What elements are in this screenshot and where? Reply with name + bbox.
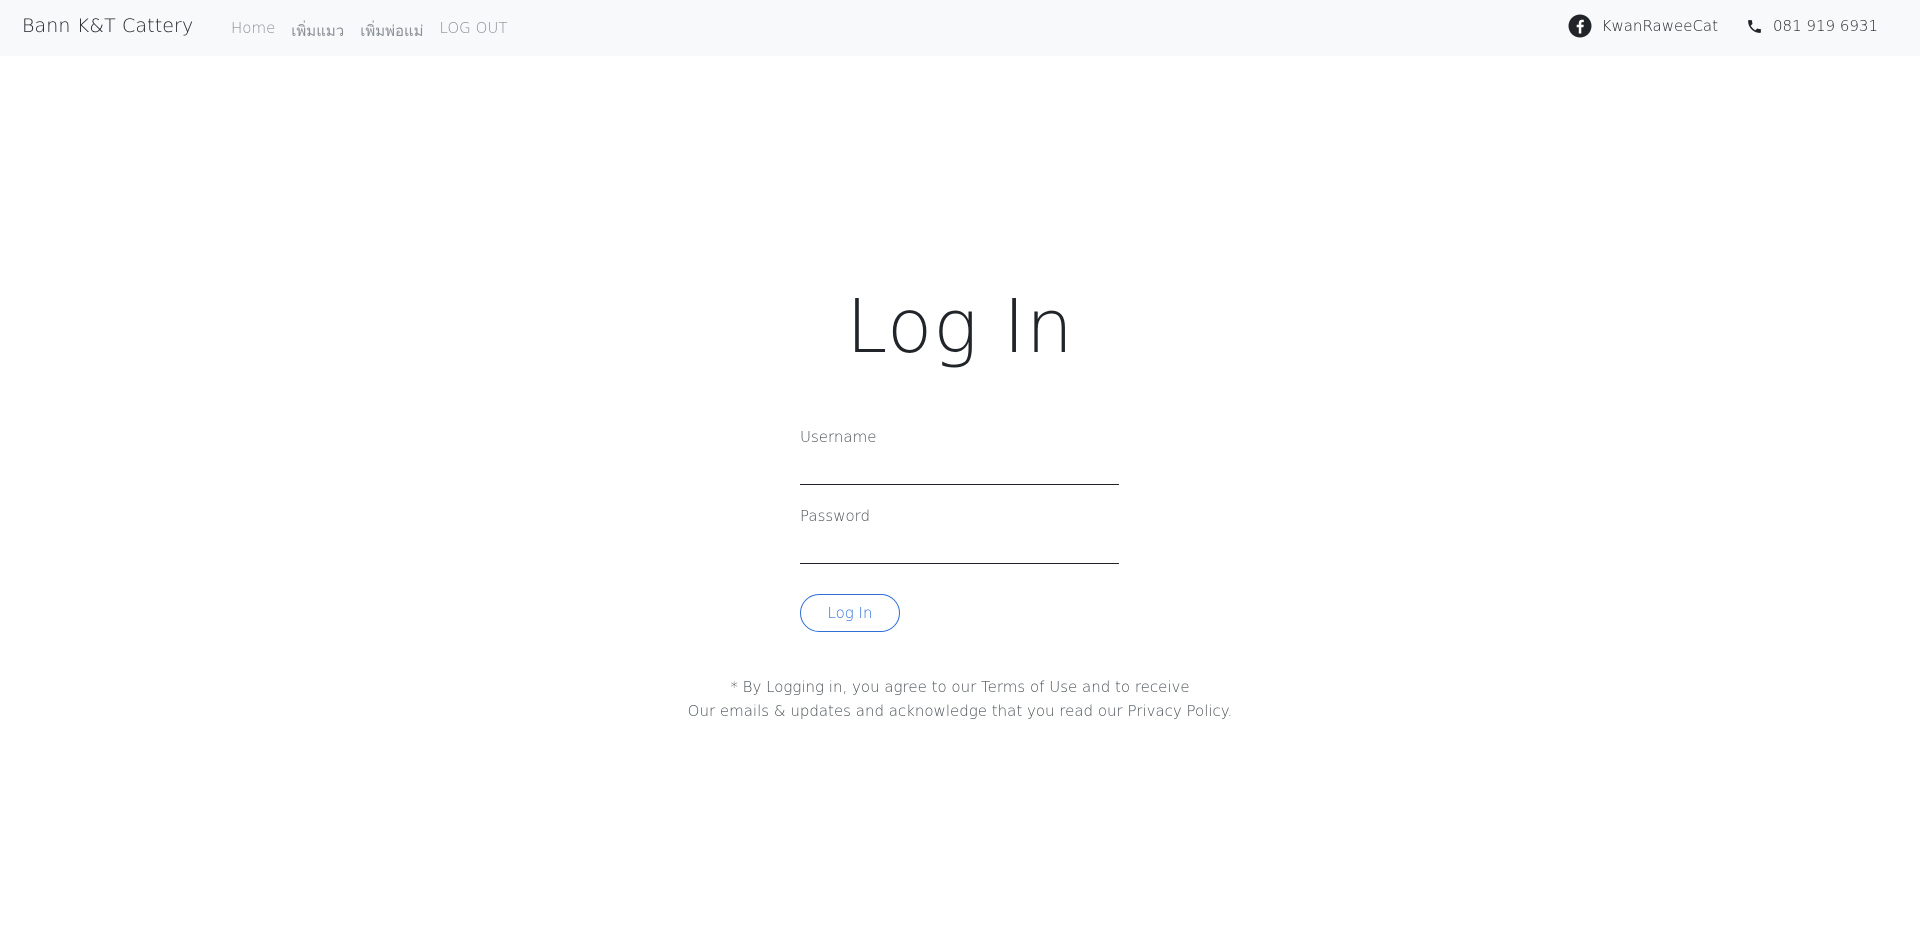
nav-links: Home เพิ่มแมว เพิ่มพ่อแม่ LOG OUT: [231, 19, 508, 43]
facebook-icon: [1568, 14, 1592, 38]
nav-link-add-cat[interactable]: เพิ่มแมว: [291, 19, 344, 43]
phone-label: 081 919 6931: [1773, 17, 1878, 35]
brand-logo-text[interactable]: Bann K&T Cattery: [22, 15, 193, 37]
facebook-link[interactable]: KwanRaweeCat: [1568, 14, 1718, 38]
phone-link[interactable]: 081 919 6931: [1746, 17, 1878, 35]
phone-icon: [1746, 18, 1763, 35]
password-label: Password: [800, 507, 871, 525]
disclaimer-line-2: Our emails & updates and acknowledge tha…: [687, 702, 1233, 720]
nav-link-home[interactable]: Home: [231, 19, 275, 43]
nav-link-add-parents[interactable]: เพิ่มพ่อแม่: [360, 19, 423, 43]
username-input[interactable]: [800, 454, 1119, 485]
login-form: Username Password Log In: [800, 428, 1120, 632]
facebook-label: KwanRaweeCat: [1601, 17, 1719, 35]
top-navbar: Bann K&T Cattery Home เพิ่มแมว เพิ่มพ่อแ…: [0, 0, 1920, 56]
password-input[interactable]: [800, 533, 1119, 564]
login-button[interactable]: Log In: [800, 594, 900, 632]
nav-link-logout[interactable]: LOG OUT: [440, 19, 508, 43]
disclaimer-line-1: * By Logging in, you agree to our Terms …: [730, 678, 1190, 696]
page-title: Log In: [846, 284, 1074, 370]
nav-contact: KwanRaweeCat 081 919 6931: [1568, 14, 1878, 38]
terms-disclaimer: * By Logging in, you agree to our Terms …: [0, 675, 1920, 723]
username-label: Username: [800, 428, 877, 446]
